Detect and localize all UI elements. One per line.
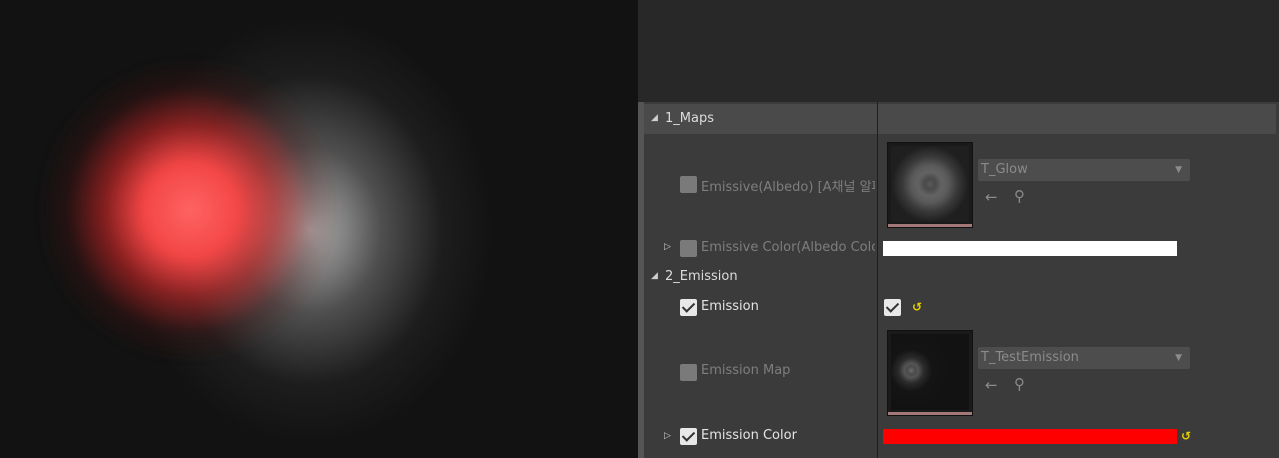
emissive-albedo-override-checkbox[interactable]	[680, 176, 697, 193]
emission-color-swatch[interactable]	[883, 429, 1177, 444]
asset-name: T_TestEmission	[981, 350, 1079, 365]
glow-texture-preview	[891, 146, 969, 222]
emission-map-thumbnail[interactable]	[887, 330, 973, 416]
material-preview-viewport[interactable]	[0, 0, 638, 458]
emission-map-asset-dropdown[interactable]: T_TestEmission ▼	[978, 347, 1190, 369]
emission-map-label: Emission Map	[701, 363, 791, 378]
emission-value-checkbox[interactable]	[884, 299, 901, 316]
category-label-emission: 2_Emission	[665, 269, 738, 284]
use-selected-asset-icon[interactable]: ←	[985, 376, 998, 394]
reset-to-default-icon[interactable]: ↺	[1181, 429, 1191, 443]
details-panel-header-area	[638, 0, 1279, 102]
emission-override-checkbox[interactable]	[680, 299, 697, 316]
emission-texture-preview	[891, 334, 969, 410]
chevron-down-icon: ▼	[1175, 353, 1182, 363]
emissive-albedo-label: Emissive(Albedo) [A채널 알파	[701, 180, 875, 195]
emission-color-override-checkbox[interactable]	[680, 428, 697, 445]
asset-name: T_Glow	[981, 162, 1028, 177]
emissive-color-override-checkbox[interactable]	[680, 240, 697, 257]
collapse-triangle-icon[interactable]: ◢	[651, 113, 658, 123]
browse-asset-icon[interactable]: ⚲	[1014, 375, 1025, 393]
emission-label: Emission	[701, 299, 759, 314]
chevron-down-icon: ▼	[1175, 165, 1182, 175]
expand-triangle-icon[interactable]: ▷	[664, 242, 671, 252]
column-splitter[interactable]	[877, 102, 878, 458]
panel-scroll-edge[interactable]	[638, 102, 644, 458]
category-label-maps: 1_Maps	[665, 111, 714, 126]
emissive-albedo-thumbnail[interactable]	[887, 142, 973, 228]
emissive-albedo-asset-dropdown[interactable]: T_Glow ▼	[978, 159, 1190, 181]
reset-to-default-icon[interactable]: ↺	[912, 300, 922, 314]
browse-asset-icon[interactable]: ⚲	[1014, 187, 1025, 205]
texture-type-strip	[888, 224, 972, 227]
emission-map-override-checkbox[interactable]	[680, 364, 697, 381]
expand-triangle-icon[interactable]: ▷	[664, 431, 671, 441]
collapse-triangle-icon[interactable]: ◢	[651, 271, 658, 281]
emissive-color-label: Emissive Color(Albedo Colo	[701, 240, 875, 255]
red-glow-sphere	[40, 60, 340, 360]
texture-type-strip	[888, 412, 972, 415]
emission-color-label: Emission Color	[701, 428, 797, 443]
category-header-maps[interactable]	[644, 104, 1276, 134]
emissive-color-swatch[interactable]	[883, 241, 1177, 256]
use-selected-asset-icon[interactable]: ←	[985, 188, 998, 206]
